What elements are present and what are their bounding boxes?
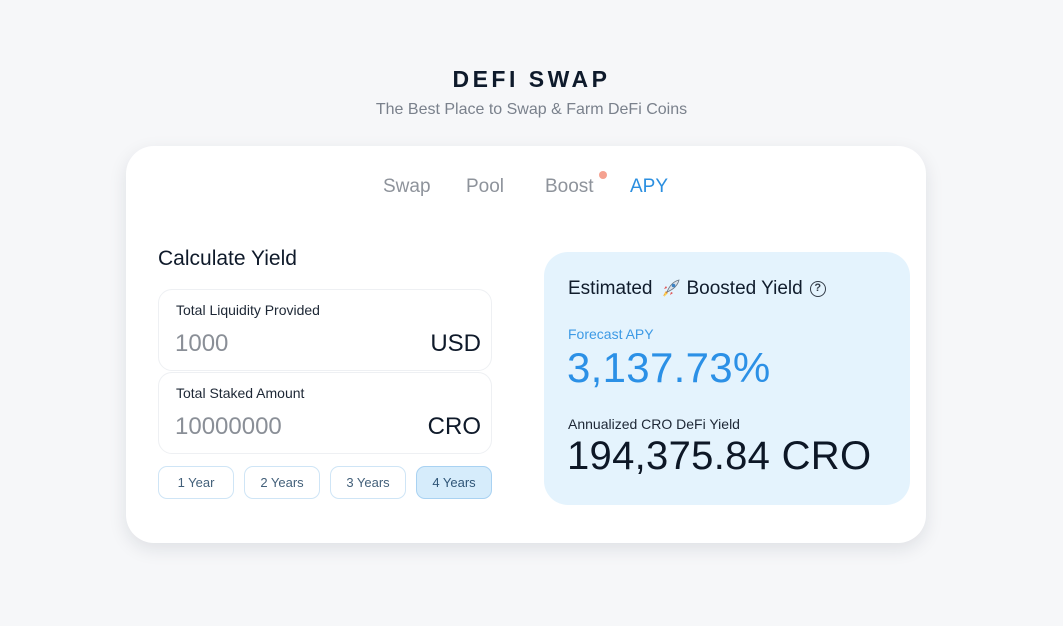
liquidity-input[interactable] bbox=[175, 328, 395, 360]
duration-4-years-button[interactable]: 4 Years bbox=[416, 466, 492, 499]
tab-swap[interactable]: Swap bbox=[383, 176, 431, 198]
rocket-icon bbox=[659, 278, 681, 300]
staked-input[interactable] bbox=[175, 411, 395, 443]
liquidity-field: Total Liquidity Provided USD bbox=[158, 289, 492, 371]
annualized-yield-value: 194,375.84 CRO bbox=[567, 434, 872, 478]
yield-title-suffix: Boosted Yield bbox=[686, 278, 803, 299]
question-circle-icon[interactable]: ? bbox=[809, 281, 826, 297]
tagline: The Best Place to Swap & Farm DeFi Coins bbox=[375, 101, 688, 118]
duration-3-years-button[interactable]: 3 Years bbox=[330, 466, 406, 499]
tab-apy[interactable]: APY bbox=[630, 176, 668, 198]
yield-panel: Estimated Boosted Yield ? Forecast APY 3… bbox=[544, 252, 910, 505]
duration-1-year-button[interactable]: 1 Year bbox=[158, 466, 234, 499]
forecast-apy-value: 3,137.73% bbox=[567, 344, 771, 391]
staked-field: Total Staked Amount CRO bbox=[158, 372, 492, 454]
section-title: Calculate Yield bbox=[158, 247, 297, 270]
yield-title-prefix: Estimated bbox=[568, 278, 653, 299]
boost-notification-dot bbox=[599, 171, 607, 179]
tab-pool[interactable]: Pool bbox=[466, 176, 504, 198]
staked-label: Total Staked Amount bbox=[176, 385, 305, 401]
brand-title: DEFI SWAP bbox=[452, 66, 611, 92]
liquidity-unit: USD bbox=[430, 330, 481, 357]
liquidity-label: Total Liquidity Provided bbox=[176, 302, 320, 318]
annualized-yield-label: Annualized CRO DeFi Yield bbox=[568, 416, 740, 432]
tab-bar: Swap Pool Boost APY bbox=[0, 176, 1063, 200]
header: DEFI SWAP The Best Place to Swap & Farm … bbox=[0, 66, 1063, 119]
duration-2-years-button[interactable]: 2 Years bbox=[244, 466, 320, 499]
tab-boost[interactable]: Boost bbox=[545, 176, 594, 198]
staked-unit: CRO bbox=[427, 413, 481, 440]
yield-title: Estimated Boosted Yield ? bbox=[568, 278, 826, 300]
forecast-apy-label: Forecast APY bbox=[568, 326, 654, 342]
